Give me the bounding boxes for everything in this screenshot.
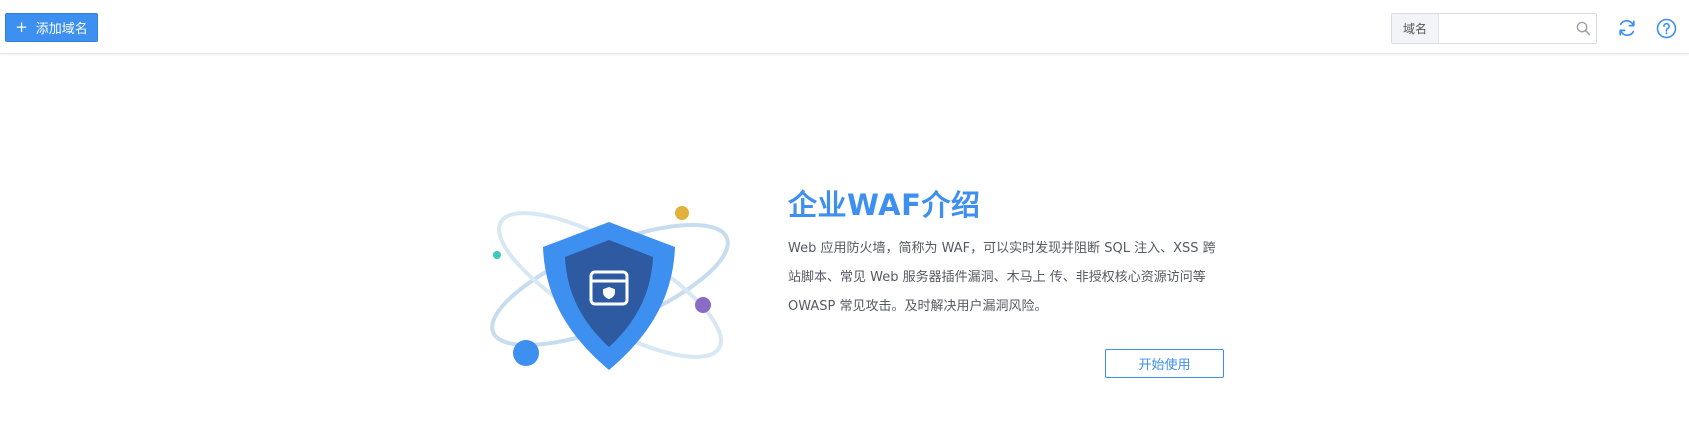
refresh-icon[interactable] (1616, 17, 1638, 39)
description-line: 站脚本、常见 Web 服务器插件漏洞、木马上 传、非授权核心资源访问等 (788, 270, 1206, 285)
description-line: OWASP 常见攻击。及时解决用户漏洞风险。 (788, 299, 1048, 314)
add-domain-label: 添加域名 (35, 22, 88, 37)
waf-page: + 添加域名 域名 企业WAF介绍 Web 应用防火墙，简称为 WAF，可以实时… (0, 0, 1689, 423)
start-using-button[interactable]: 开始使用 (1105, 349, 1224, 378)
intro-title: 企业WAF介绍 (788, 188, 981, 222)
toolbar: + 添加域名 域名 (0, 0, 1689, 54)
intro-description: Web 应用防火墙，简称为 WAF，可以实时发现并阻断 SQL 注入、XSS 跨… (788, 234, 1218, 321)
description-line: Web 应用防火墙，简称为 WAF，可以实时发现并阻断 SQL 注入、XSS 跨 (788, 241, 1216, 256)
add-domain-button[interactable]: + 添加域名 (5, 13, 98, 42)
domain-search: 域名 (1391, 13, 1597, 44)
waf-shield-illustration (485, 195, 735, 375)
help-icon[interactable] (1655, 17, 1677, 39)
search-field-label: 域名 (1392, 14, 1439, 43)
search-icon[interactable] (1570, 14, 1596, 43)
search-input[interactable] (1439, 14, 1570, 43)
plus-icon: + (15, 17, 28, 36)
